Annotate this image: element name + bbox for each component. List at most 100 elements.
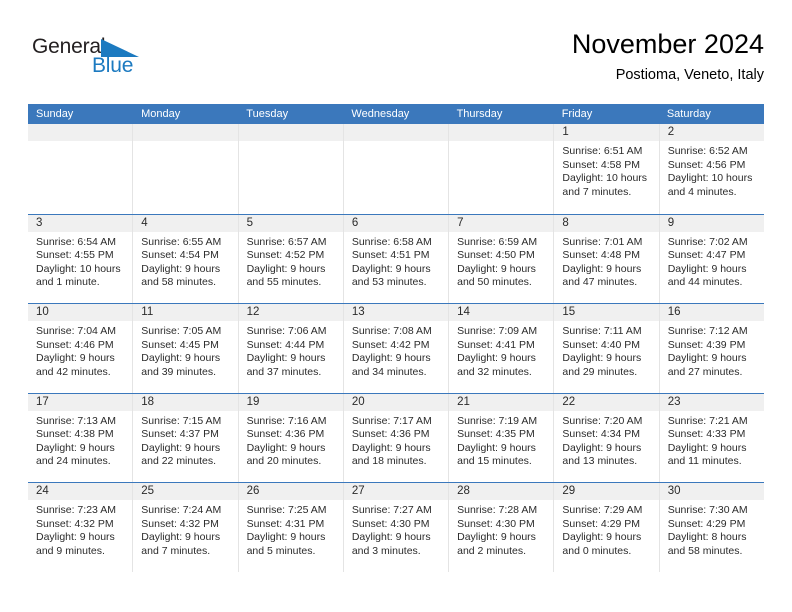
sunset-time: Sunset: 4:52 PM xyxy=(246,249,325,262)
daylight-duration-line2: and 47 minutes. xyxy=(562,276,638,289)
day-sun-info: Sunrise: 7:28 AM Sunset: 4:30 PM Daylight:… xyxy=(449,500,553,558)
sunrise-time: Sunrise: 6:54 AM xyxy=(36,235,116,248)
day-sun-info: Sunrise: 7:13 AM Sunset: 4:38 PM Daylight:… xyxy=(28,411,132,469)
calendar-page: General Blue November 2024 Postioma, Ven… xyxy=(0,0,792,612)
daylight-duration-line2: and 13 minutes. xyxy=(562,455,638,468)
sunrise-time: Sunrise: 7:30 AM xyxy=(667,504,748,516)
daylight-duration-line2: and 18 minutes. xyxy=(351,455,427,468)
calendar-day-cell[interactable]: 29 Sunrise: 7:29 AM Sunset: 4:29 PM Dayligh… xyxy=(554,483,660,572)
weekday-header-saturday: Saturday xyxy=(666,108,711,120)
calendar-day-cell[interactable]: 3 Sunrise: 6:54 AM Sunset: 4:55 PM Daylight… xyxy=(28,214,134,303)
calendar-day-cell[interactable]: 2 Sunrise: 6:52 AM Sunset: 4:56 PM Daylight… xyxy=(659,124,764,214)
general-blue-logo[interactable]: General Blue xyxy=(32,36,212,92)
sunset-time: Sunset: 4:32 PM xyxy=(141,517,219,530)
calendar-day-cell[interactable]: 7 Sunrise: 6:59 AM Sunset: 4:50 PM Daylight… xyxy=(449,214,555,303)
day-sun-info: Sunrise: 7:25 AM Sunset: 4:31 PM Daylight:… xyxy=(239,500,343,558)
daylight-duration-line1: Daylight: 9 hours xyxy=(562,531,642,544)
sunrise-time: Sunrise: 7:08 AM xyxy=(351,325,432,337)
sunrise-time: Sunrise: 7:02 AM xyxy=(667,235,748,248)
calendar-week-row: 17 Sunrise: 7:13 AM Sunset: 4:38 PM Dayligh… xyxy=(28,392,764,482)
sunrise-time: Sunrise: 7:25 AM xyxy=(246,504,327,516)
day-number: 1 xyxy=(554,124,659,141)
sunrise-time: Sunrise: 7:24 AM xyxy=(141,504,222,516)
calendar-day-cell[interactable]: 12 Sunrise: 7:06 AM Sunset: 4:44 PM Dayligh… xyxy=(238,304,344,393)
daylight-duration-line1: Daylight: 9 hours xyxy=(667,262,747,275)
calendar-day-cell[interactable]: 23 Sunrise: 7:21 AM Sunset: 4:33 PM Dayligh… xyxy=(659,393,764,482)
sunset-time: Sunset: 4:44 PM xyxy=(246,338,325,351)
calendar-day-cell[interactable]: 1 Sunrise: 6:51 AM Sunset: 4:58 PM Daylight… xyxy=(554,124,660,214)
day-number: 22 xyxy=(554,393,659,411)
calendar-day-cell[interactable]: 17 Sunrise: 7:13 AM Sunset: 4:38 PM Dayligh… xyxy=(28,393,134,482)
day-sun-info: Sunrise: 7:20 AM Sunset: 4:34 PM Daylight:… xyxy=(554,411,658,469)
calendar-day-cell[interactable]: 20 Sunrise: 7:17 AM Sunset: 4:36 PM Dayligh… xyxy=(343,393,450,482)
daylight-duration-line2: and 7 minutes. xyxy=(141,544,211,557)
calendar-day-cell-empty xyxy=(238,124,344,214)
daylight-duration-line2: and 58 minutes. xyxy=(141,276,216,289)
calendar-weeks: 1 Sunrise: 6:51 AM Sunset: 4:58 PM Daylight… xyxy=(28,124,764,572)
calendar-day-cell[interactable]: 9 Sunrise: 7:02 AM Sunset: 4:47 PM Daylight… xyxy=(659,214,764,303)
calendar-day-cell[interactable]: 18 Sunrise: 7:15 AM Sunset: 4:37 PM Dayligh… xyxy=(133,393,239,482)
daylight-duration-line1: Daylight: 10 hours xyxy=(667,172,753,185)
calendar-day-cell[interactable]: 19 Sunrise: 7:16 AM Sunset: 4:36 PM Dayligh… xyxy=(238,393,344,482)
daylight-duration-line2: and 5 minutes. xyxy=(246,544,316,557)
daylight-duration-line2: and 4 minutes. xyxy=(667,185,737,198)
sunset-time: Sunset: 4:54 PM xyxy=(141,249,219,262)
weekday-header-thursday: Thursday xyxy=(456,108,503,120)
day-number: 24 xyxy=(28,483,133,500)
calendar-week-row: 10 Sunrise: 7:04 AM Sunset: 4:46 PM Dayligh… xyxy=(28,303,764,393)
day-sun-info: Sunrise: 7:09 AM Sunset: 4:41 PM Daylight:… xyxy=(449,321,553,379)
sunset-time: Sunset: 4:37 PM xyxy=(141,428,219,441)
calendar-day-cell[interactable]: 26 Sunrise: 7:25 AM Sunset: 4:31 PM Dayligh… xyxy=(238,483,344,572)
calendar-day-cell[interactable]: 4 Sunrise: 6:55 AM Sunset: 4:54 PM Daylight… xyxy=(133,214,239,303)
sunset-time: Sunset: 4:42 PM xyxy=(351,338,430,351)
weekday-header-monday: Monday xyxy=(141,108,181,120)
sunset-time: Sunset: 4:34 PM xyxy=(562,428,641,441)
daylight-duration-line2: and 0 minutes. xyxy=(562,544,632,557)
calendar-day-cell[interactable]: 30 Sunrise: 7:30 AM Sunset: 4:29 PM Dayligh… xyxy=(659,483,764,572)
calendar-day-cell[interactable]: 21 Sunrise: 7:19 AM Sunset: 4:35 PM Dayligh… xyxy=(449,393,555,482)
calendar-day-cell[interactable]: 22 Sunrise: 7:20 AM Sunset: 4:34 PM Dayligh… xyxy=(554,393,660,482)
sunrise-time: Sunrise: 7:23 AM xyxy=(36,504,116,516)
day-sun-info: Sunrise: 7:21 AM Sunset: 4:33 PM Daylight:… xyxy=(660,411,764,469)
weekday-header-row: Sunday Monday Tuesday Wednesday Thursday… xyxy=(28,104,764,124)
daylight-duration-line2: and 32 minutes. xyxy=(457,365,532,378)
sunrise-time: Sunrise: 6:55 AM xyxy=(141,235,222,248)
daylight-duration-line2: and 29 minutes. xyxy=(562,365,638,378)
day-number: 28 xyxy=(449,483,554,500)
sunrise-time: Sunrise: 7:11 AM xyxy=(562,325,642,337)
calendar-day-cell[interactable]: 5 Sunrise: 6:57 AM Sunset: 4:52 PM Daylight… xyxy=(238,214,344,303)
daylight-duration-line2: and 1 minute. xyxy=(36,276,100,289)
day-number xyxy=(28,124,133,141)
day-number: 10 xyxy=(28,304,133,321)
calendar-week-row: 1 Sunrise: 6:51 AM Sunset: 4:58 PM Daylight… xyxy=(28,124,764,214)
sunrise-time: Sunrise: 7:09 AM xyxy=(457,325,538,337)
daylight-duration-line2: and 58 minutes. xyxy=(667,544,743,557)
calendar-day-cell[interactable]: 27 Sunrise: 7:27 AM Sunset: 4:30 PM Dayligh… xyxy=(343,483,450,572)
calendar-day-cell[interactable]: 25 Sunrise: 7:24 AM Sunset: 4:32 PM Dayligh… xyxy=(133,483,239,572)
calendar-day-cell[interactable]: 13 Sunrise: 7:08 AM Sunset: 4:42 PM Dayligh… xyxy=(343,304,450,393)
calendar-day-cell[interactable]: 6 Sunrise: 6:58 AM Sunset: 4:51 PM Daylight… xyxy=(343,214,450,303)
daylight-duration-line2: and 42 minutes. xyxy=(36,365,111,378)
calendar-day-cell[interactable]: 10 Sunrise: 7:04 AM Sunset: 4:46 PM Dayligh… xyxy=(28,304,134,393)
day-number: 29 xyxy=(554,483,659,500)
daylight-duration-line1: Daylight: 9 hours xyxy=(562,352,642,365)
sunset-time: Sunset: 4:33 PM xyxy=(667,428,746,441)
calendar-day-cell[interactable]: 16 Sunrise: 7:12 AM Sunset: 4:39 PM Dayligh… xyxy=(659,304,764,393)
daylight-duration-line2: and 37 minutes. xyxy=(246,365,322,378)
sunset-time: Sunset: 4:40 PM xyxy=(562,338,641,351)
calendar-day-cell[interactable]: 24 Sunrise: 7:23 AM Sunset: 4:32 PM Dayligh… xyxy=(28,483,134,572)
calendar-day-cell[interactable]: 8 Sunrise: 7:01 AM Sunset: 4:48 PM Daylight… xyxy=(554,214,660,303)
daylight-duration-line2: and 3 minutes. xyxy=(351,544,421,557)
calendar-day-cell[interactable]: 15 Sunrise: 7:11 AM Sunset: 4:40 PM Dayligh… xyxy=(554,304,660,393)
daylight-duration-line1: Daylight: 9 hours xyxy=(351,531,431,544)
calendar-day-cell[interactable]: 14 Sunrise: 7:09 AM Sunset: 4:41 PM Dayligh… xyxy=(449,304,555,393)
sunset-time: Sunset: 4:47 PM xyxy=(667,249,746,262)
day-sun-info: Sunrise: 7:12 AM Sunset: 4:39 PM Daylight:… xyxy=(660,321,764,379)
page-title: November 2024 xyxy=(571,29,764,59)
calendar-day-cell[interactable]: 11 Sunrise: 7:05 AM Sunset: 4:45 PM Dayligh… xyxy=(133,304,239,393)
calendar-day-cell[interactable]: 28 Sunrise: 7:28 AM Sunset: 4:30 PM Dayligh… xyxy=(449,483,555,572)
day-number xyxy=(449,124,554,141)
sunrise-time: Sunrise: 7:17 AM xyxy=(351,414,432,427)
daylight-duration-line2: and 15 minutes. xyxy=(457,455,532,468)
day-number: 12 xyxy=(238,304,343,321)
